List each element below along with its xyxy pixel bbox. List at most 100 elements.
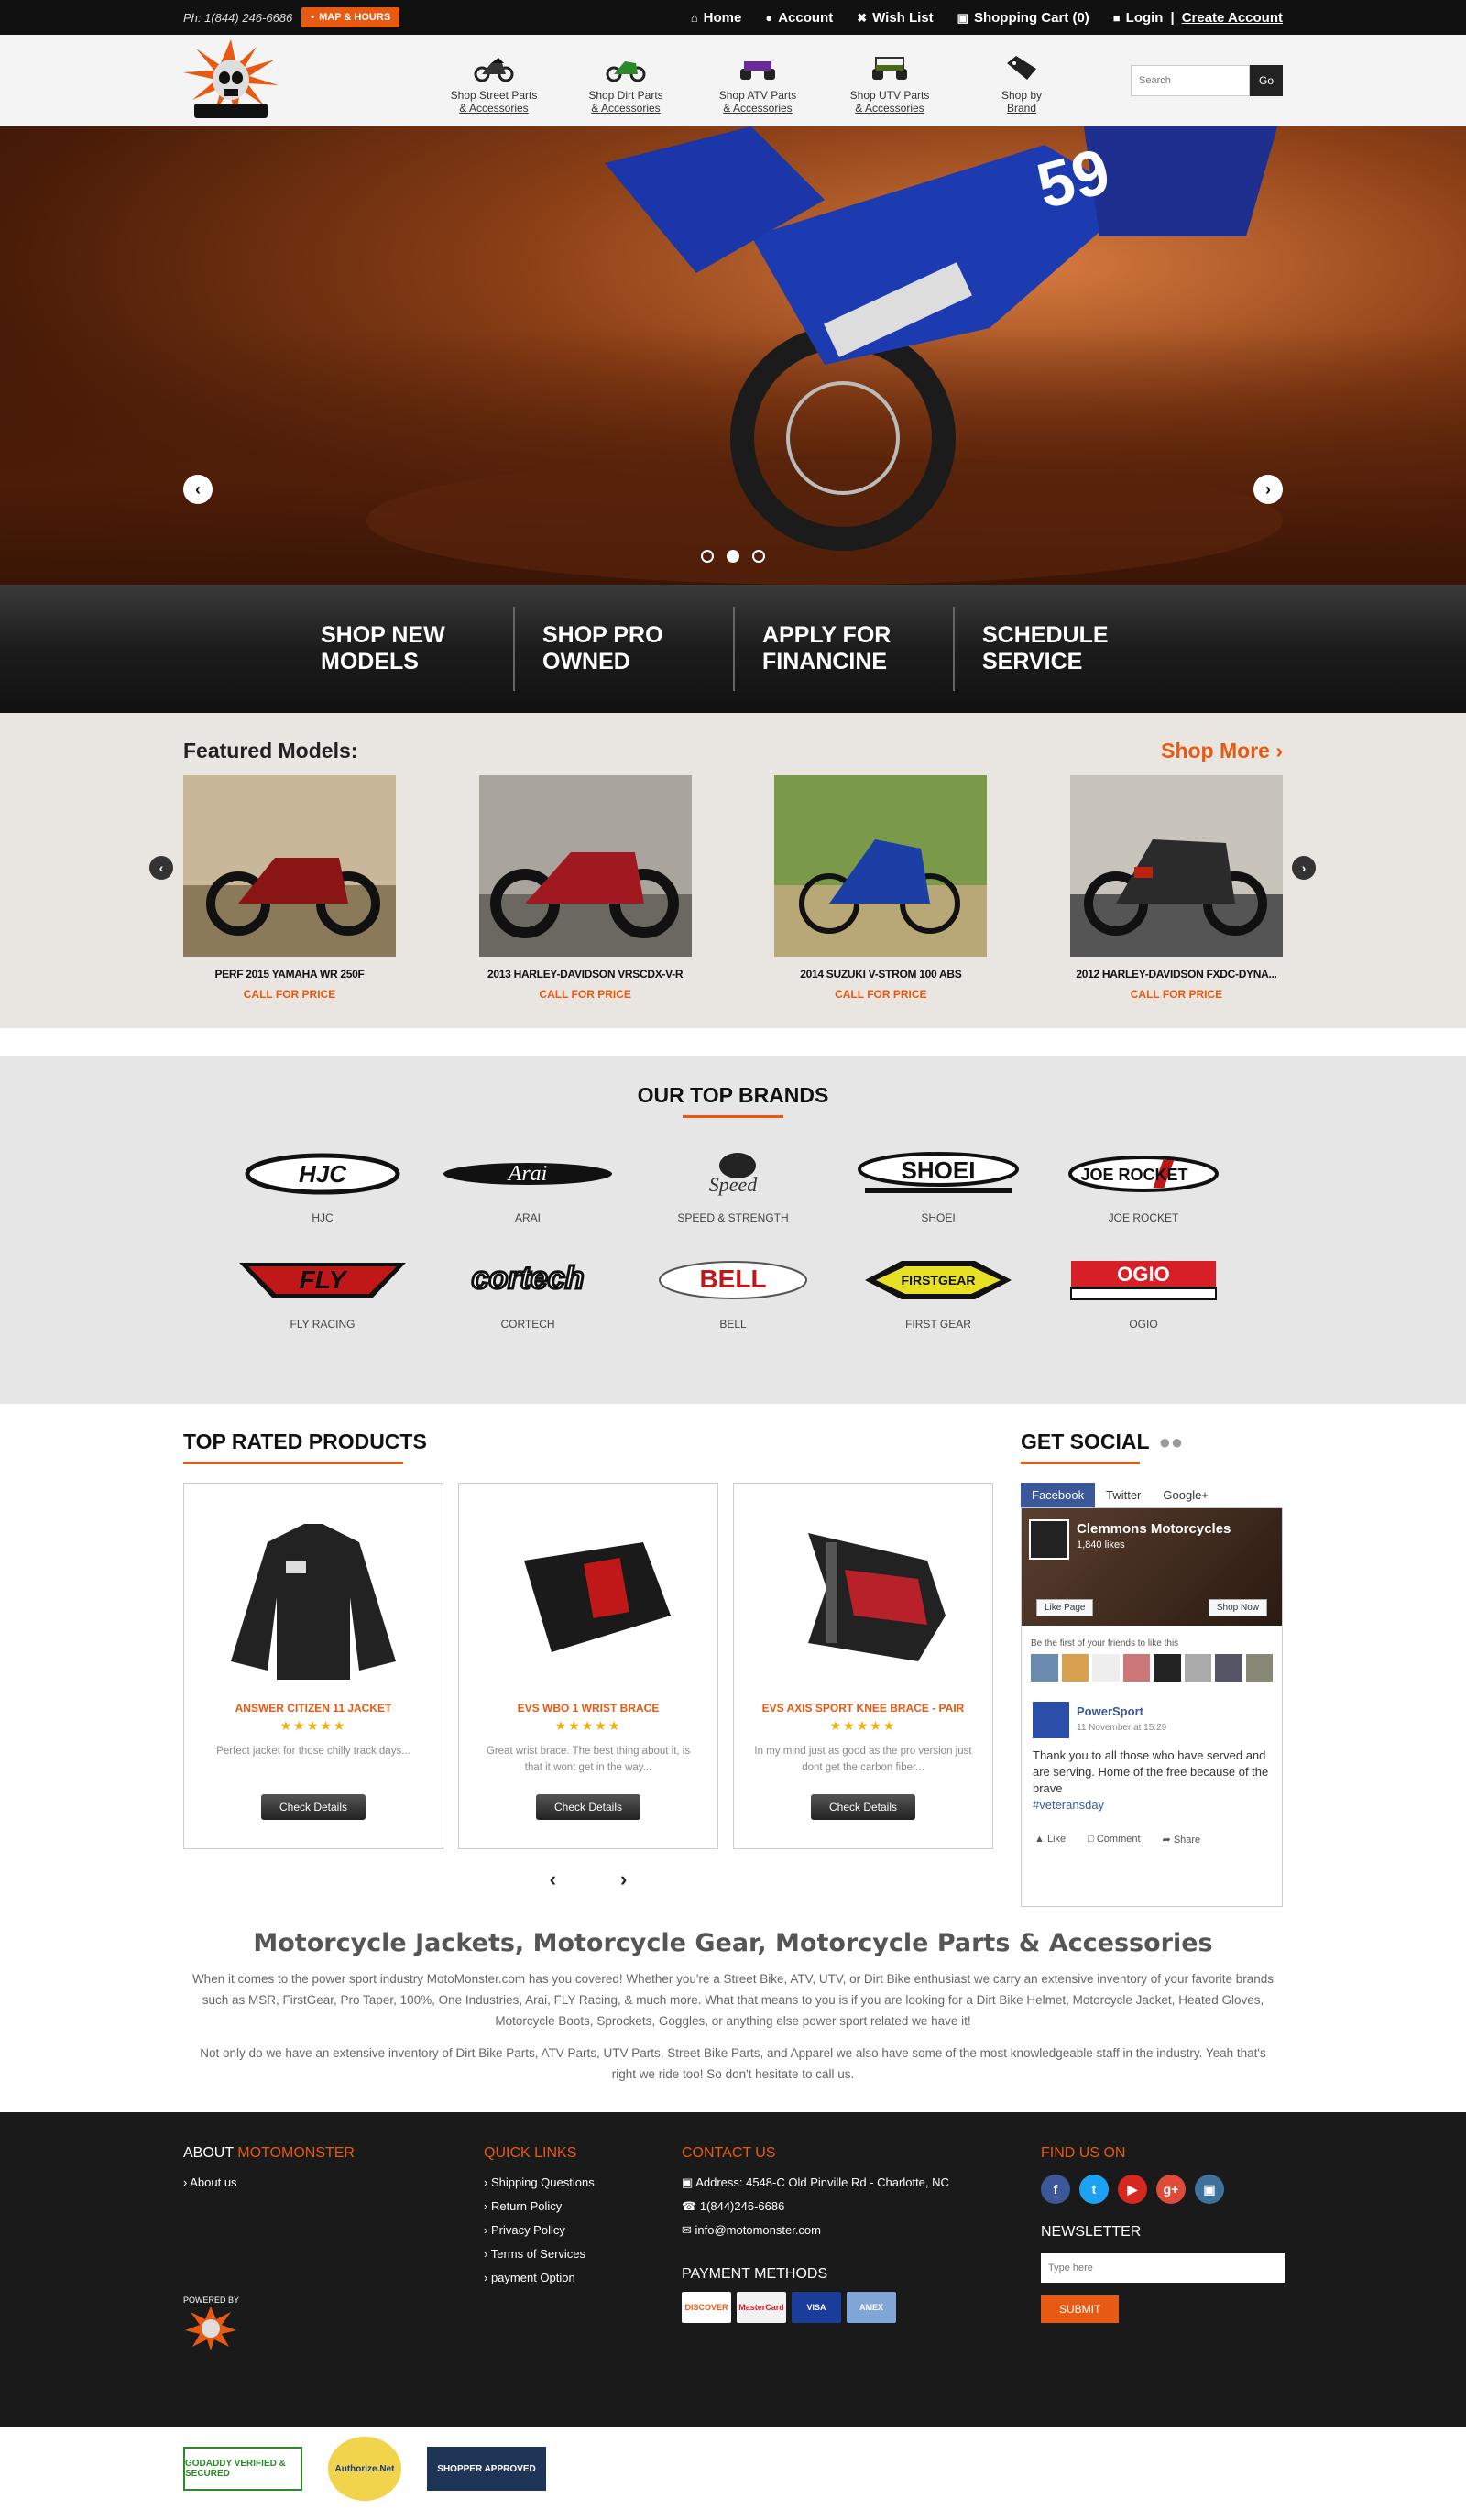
google-plus-icon[interactable]: g+ bbox=[1156, 2175, 1186, 2204]
cat-line2: & Accessories bbox=[723, 102, 793, 115]
brand-fly-racing[interactable]: FLY FLY RACING bbox=[220, 1252, 425, 1331]
share-button[interactable]: ➦ Share bbox=[1163, 1834, 1201, 1846]
wishlist-link[interactable]: ✖ Wish List bbox=[857, 10, 933, 26]
hero-image: 59 bbox=[366, 126, 1283, 585]
cat-utv-parts[interactable]: Shop UTV Parts & Accessories bbox=[839, 50, 940, 115]
products-prev-button[interactable]: ‹ bbox=[550, 1868, 556, 1891]
product-name[interactable]: ANSWER CITIZEN 11 JACKET bbox=[202, 1702, 424, 1715]
privacy-policy-link[interactable]: Privacy Policy bbox=[491, 2223, 565, 2237]
avatar bbox=[1154, 1654, 1181, 1682]
find-us-title: FIND US ON bbox=[1041, 2145, 1126, 2161]
about-us-link[interactable]: About us bbox=[190, 2175, 236, 2189]
authorize-net-badge[interactable]: Authorize.Net bbox=[328, 2437, 401, 2501]
product-name[interactable]: EVS AXIS SPORT KNEE BRACE - PAIR bbox=[752, 1702, 974, 1715]
newsletter-submit-button[interactable]: SUBMIT bbox=[1041, 2295, 1120, 2323]
fb-likes: 1,840 likes bbox=[1077, 1539, 1125, 1550]
comment-button[interactable]: □ Comment bbox=[1088, 1834, 1140, 1846]
cat-line1: Shop Street Parts bbox=[450, 89, 538, 102]
home-link[interactable]: ⌂ Home bbox=[691, 10, 742, 26]
cta-shop-pro-owned[interactable]: SHOP PRO OWNED bbox=[513, 607, 733, 691]
newsletter-input[interactable] bbox=[1041, 2253, 1285, 2283]
check-details-button[interactable]: Check Details bbox=[535, 1794, 641, 1820]
post-hashtag[interactable]: #veteransday bbox=[1033, 1797, 1271, 1813]
check-details-button[interactable]: Check Details bbox=[260, 1794, 366, 1820]
brand-bell[interactable]: BELL BELL bbox=[630, 1252, 836, 1331]
featured-card[interactable]: 2013 HARLEY-DAVIDSON VRSCDX-V-R CALL FOR… bbox=[478, 775, 692, 1001]
shop-more-link[interactable]: Shop More › bbox=[1161, 739, 1283, 763]
post-author[interactable]: PowerSport bbox=[1077, 1704, 1166, 1720]
brand-speed-strength[interactable]: Speed SPEED & STRENGTH bbox=[630, 1145, 836, 1224]
site-logo[interactable] bbox=[183, 39, 279, 122]
cat-line2: & Accessories bbox=[855, 102, 924, 115]
cat-street-parts[interactable]: Shop Street Parts & Accessories bbox=[443, 50, 544, 115]
fb-page-name[interactable]: Clemmons Motorcycles bbox=[1077, 1521, 1231, 1537]
brand-hjc[interactable]: HJC HJC bbox=[220, 1145, 425, 1224]
fb-like-page-button[interactable]: Like Page bbox=[1036, 1599, 1094, 1616]
login-link[interactable]: ■ Login bbox=[1113, 10, 1164, 26]
cta-shop-new-models[interactable]: SHOP NEW MODELS bbox=[293, 607, 513, 691]
about-prefix: ABOUT bbox=[183, 2145, 238, 2161]
product-card: EVS AXIS SPORT KNEE BRACE - PAIR ★★★★★ I… bbox=[733, 1483, 993, 1849]
hero-slider: 59 ‹ › bbox=[0, 126, 1466, 585]
payment-option-link[interactable]: payment Option bbox=[491, 2271, 575, 2284]
map-hours-button[interactable]: • MAP & HOURS bbox=[301, 7, 400, 27]
fb-shop-now-button[interactable]: Shop Now bbox=[1208, 1599, 1267, 1616]
hero-prev-button[interactable]: ‹ bbox=[183, 475, 213, 504]
like-button[interactable]: ▲ Like bbox=[1034, 1834, 1066, 1846]
featured-card[interactable]: PERF 2015 YAMAHA WR 250F CALL FOR PRICE bbox=[183, 775, 396, 1001]
cat-dirt-parts[interactable]: Shop Dirt Parts & Accessories bbox=[575, 50, 676, 115]
brand-first-gear[interactable]: FIRSTGEAR FIRST GEAR bbox=[836, 1252, 1041, 1331]
brand-ogio[interactable]: OGIO OGIO bbox=[1041, 1252, 1246, 1331]
search-button[interactable]: Go bbox=[1250, 65, 1283, 96]
product-card: ANSWER CITIZEN 11 JACKET ★★★★★ Perfect j… bbox=[183, 1483, 443, 1849]
cta-line2: OWNED bbox=[542, 649, 630, 674]
brand-arai[interactable]: Arai ARAI bbox=[425, 1145, 630, 1224]
brand-shoei[interactable]: SHOEI SHOEI bbox=[836, 1145, 1041, 1224]
youtube-icon[interactable]: ▶ bbox=[1118, 2175, 1147, 2204]
product-name[interactable]: EVS WBO 1 WRIST BRACE bbox=[477, 1702, 699, 1715]
facebook-icon[interactable]: f bbox=[1041, 2175, 1070, 2204]
terms-link[interactable]: Terms of Services bbox=[491, 2247, 585, 2261]
shipping-link[interactable]: Shipping Questions bbox=[491, 2175, 595, 2189]
fb-post: PowerSport 11 November at 15:29 Thank you… bbox=[1022, 1687, 1282, 1828]
twitter-icon[interactable]: t bbox=[1079, 2175, 1109, 2204]
cat-atv-parts[interactable]: Shop ATV Parts & Accessories bbox=[707, 50, 808, 115]
slide-dot-active[interactable] bbox=[727, 550, 739, 563]
check-details-button[interactable]: Check Details bbox=[810, 1794, 916, 1820]
email[interactable]: info@motomonster.com bbox=[695, 2223, 821, 2237]
brand-name: FLY RACING bbox=[290, 1318, 356, 1331]
bike-name: PERF 2015 YAMAHA WR 250F bbox=[214, 968, 365, 981]
shopper-approved-badge[interactable]: SHOPPER APPROVED bbox=[427, 2447, 546, 2491]
instagram-icon[interactable]: ▣ bbox=[1195, 2175, 1224, 2204]
footer-social: FIND US ON f t ▶ g+ ▣ NEWSLETTER SUBMIT bbox=[1041, 2145, 1285, 2323]
slide-dot[interactable] bbox=[752, 550, 765, 563]
tab-google-plus[interactable]: Google+ bbox=[1152, 1483, 1220, 1507]
featured-next-button[interactable]: › bbox=[1292, 856, 1316, 880]
account-link[interactable]: ● Account bbox=[765, 10, 833, 26]
godaddy-badge[interactable]: GODADDY VERIFIED & SECURED bbox=[183, 2447, 302, 2491]
top-bar: Ph: 1(844) 246-6686 • MAP & HOURS ⌂ Home … bbox=[0, 0, 1466, 35]
top-nav: ⌂ Home ● Account ✖ Wish List ▣ Shopping Cart… bbox=[691, 10, 1283, 26]
cta-schedule-service[interactable]: SCHEDULE SERVICE bbox=[953, 607, 1173, 691]
hero-next-button[interactable]: › bbox=[1253, 475, 1283, 504]
brand-cortech[interactable]: cortech CORTECH bbox=[425, 1252, 630, 1331]
tab-twitter[interactable]: Twitter bbox=[1095, 1483, 1152, 1507]
brand-joe-rocket[interactable]: JOE ROCKET JOE ROCKET bbox=[1041, 1145, 1246, 1224]
product-image[interactable] bbox=[202, 1506, 424, 1680]
slide-dot[interactable] bbox=[701, 550, 714, 563]
cat-shop-by-brand[interactable]: Shop by Brand bbox=[971, 50, 1072, 115]
featured-card[interactable]: 2014 SUZUKI V-STROM 100 ABS CALL FOR PRI… bbox=[774, 775, 988, 1001]
product-image[interactable] bbox=[477, 1506, 699, 1680]
featured-prev-button[interactable]: ‹ bbox=[149, 856, 173, 880]
cta-apply-financing[interactable]: APPLY FOR FINANCINE bbox=[733, 607, 953, 691]
product-image[interactable] bbox=[752, 1506, 974, 1680]
products-next-button[interactable]: › bbox=[620, 1868, 627, 1891]
search-input[interactable] bbox=[1131, 65, 1250, 96]
create-account-link[interactable]: Create Account bbox=[1182, 10, 1283, 26]
cart-link[interactable]: ▣ Shopping Cart (0) bbox=[957, 10, 1089, 26]
bike-price: CALL FOR PRICE bbox=[835, 988, 927, 1001]
bike-price: CALL FOR PRICE bbox=[243, 988, 336, 1001]
return-policy-link[interactable]: Return Policy bbox=[491, 2199, 562, 2213]
tab-facebook[interactable]: Facebook bbox=[1021, 1483, 1096, 1507]
featured-card[interactable]: 2012 HARLEY-DAVIDSON FXDC-DYNA... CALL F… bbox=[1069, 775, 1283, 1001]
